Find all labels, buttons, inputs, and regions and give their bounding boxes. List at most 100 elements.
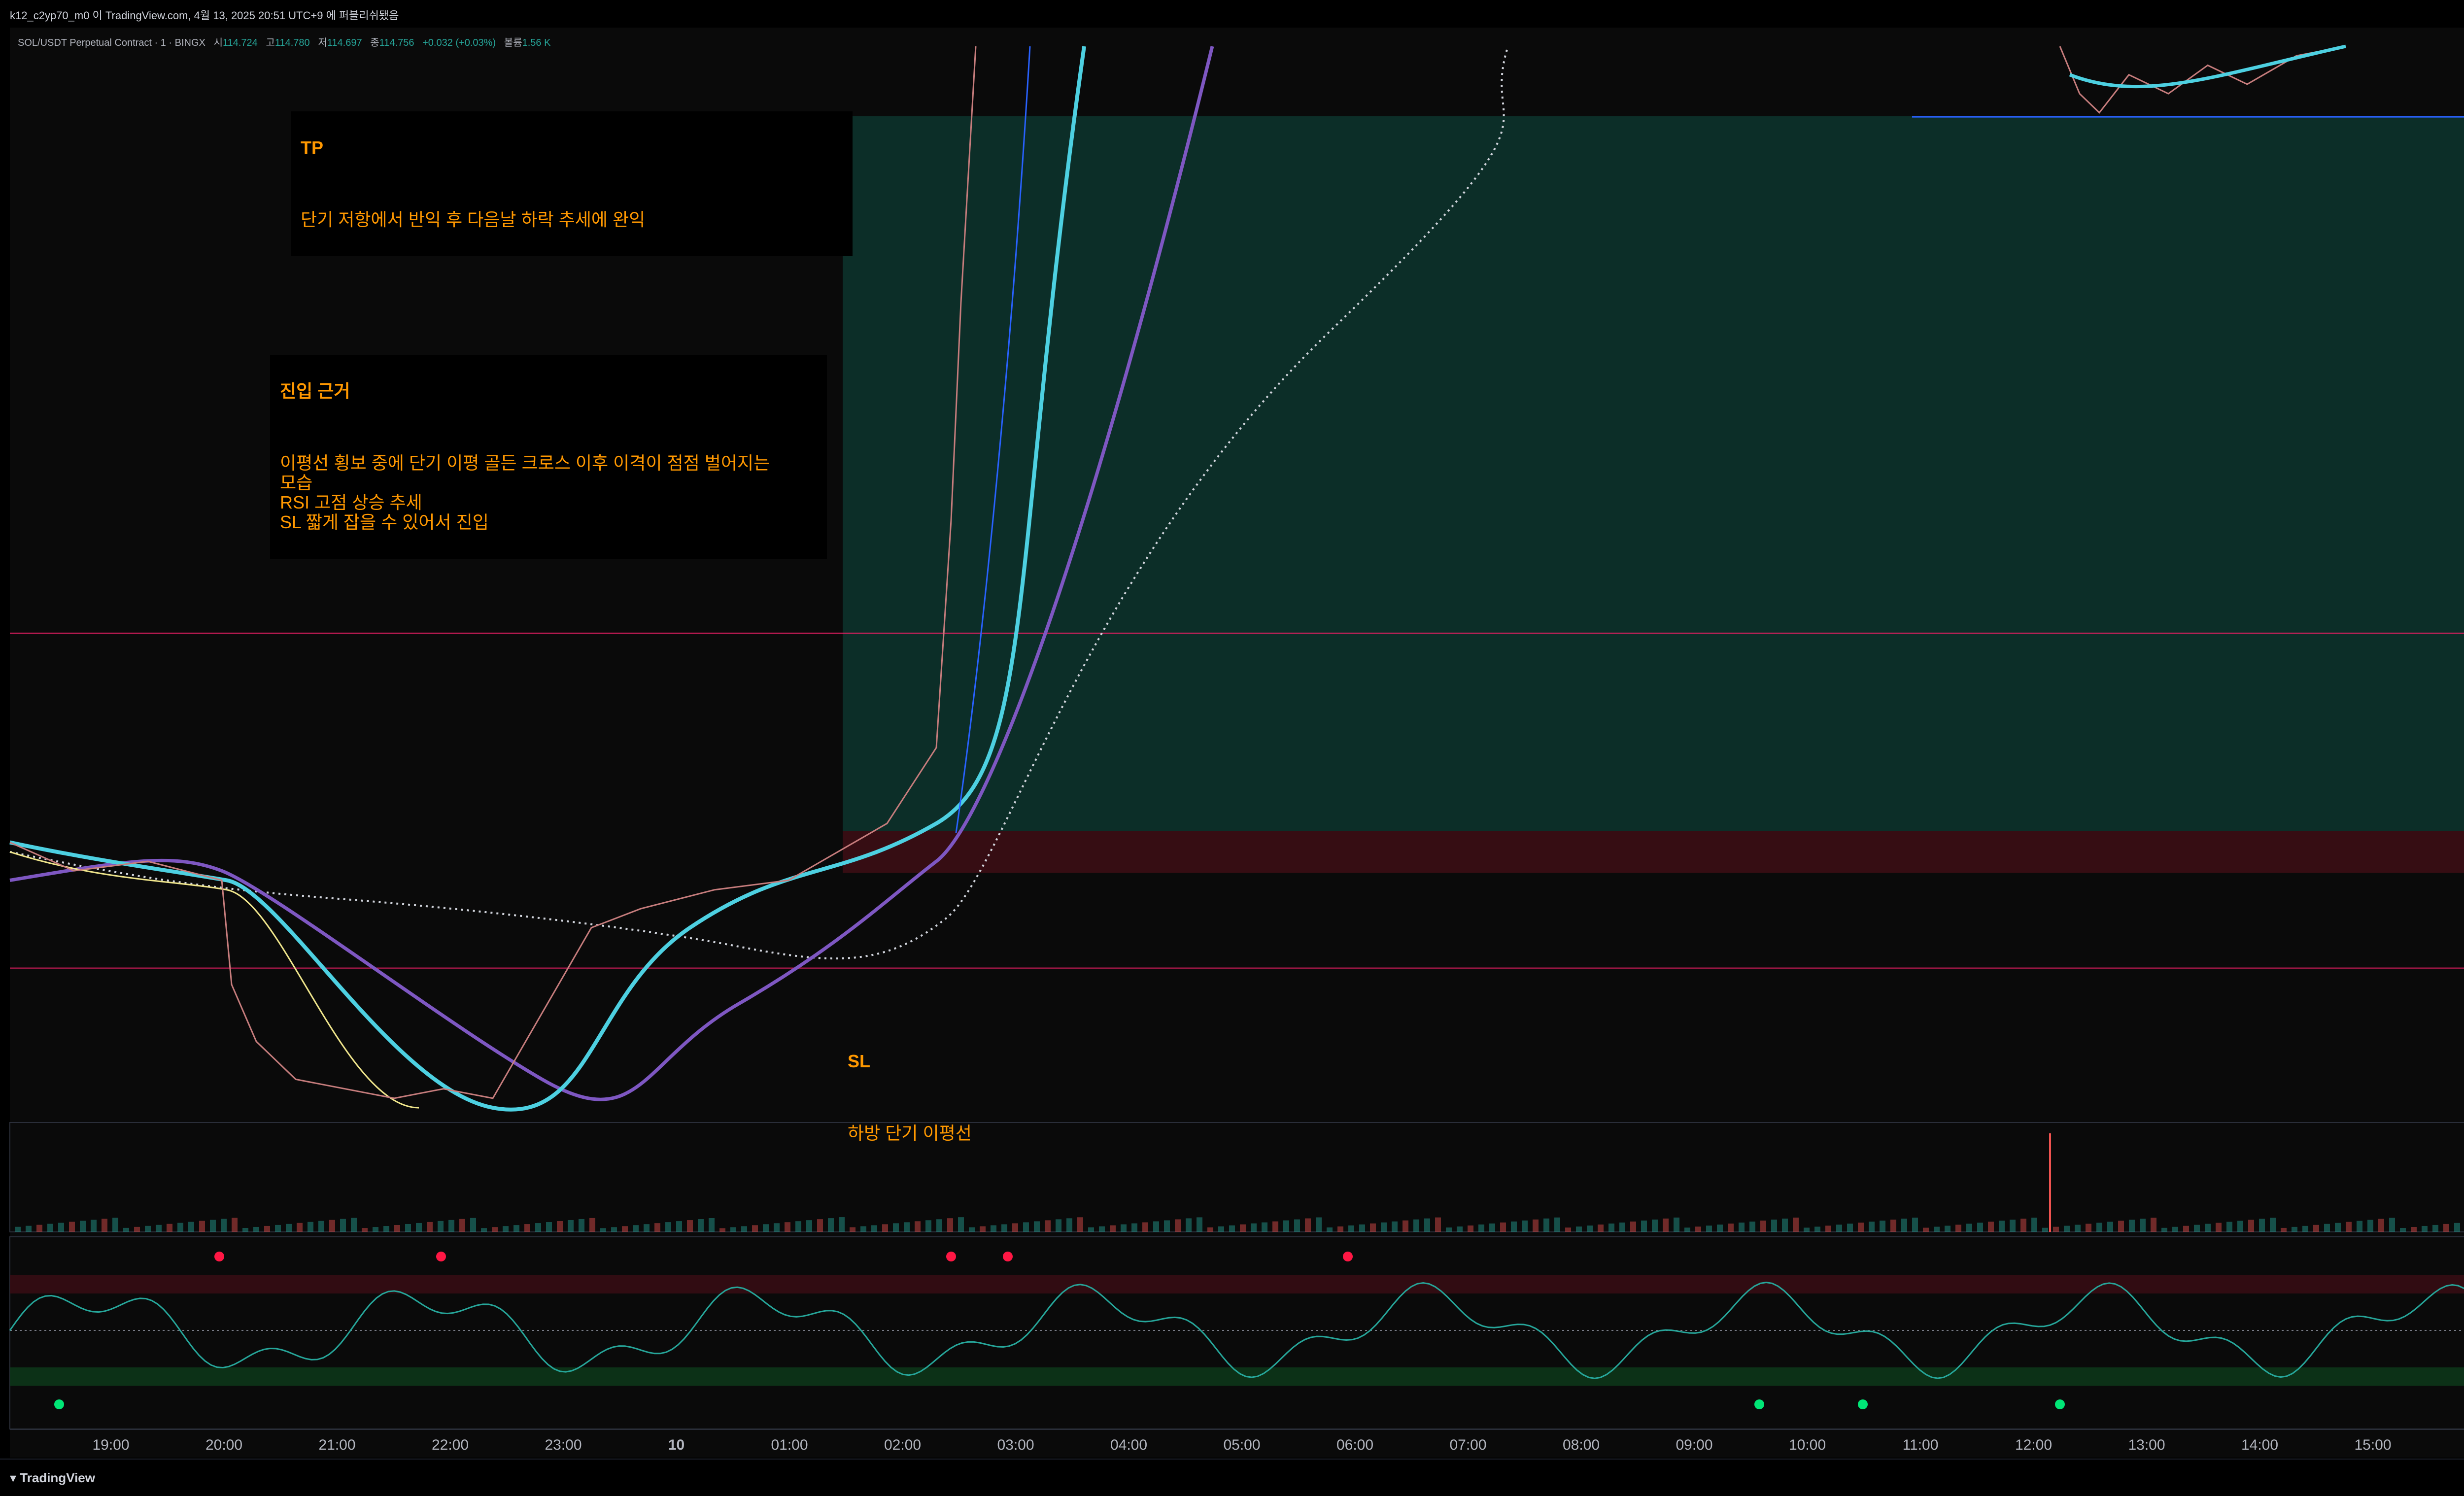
volume-bar (925, 1220, 931, 1232)
volume-bar (167, 1224, 172, 1232)
volume-bar (1782, 1219, 1788, 1232)
volume-bar (2172, 1226, 2178, 1232)
volume-bar (91, 1220, 97, 1232)
volume-bar (1988, 1222, 1994, 1232)
rsi-signal-high (436, 1252, 446, 1261)
entry-title: 진입 근거 (280, 381, 350, 401)
volume-bar (2216, 1223, 2222, 1232)
volume-bar (557, 1221, 563, 1232)
time-tick-label: 14:00 (2241, 1437, 2279, 1453)
volume-bar (1804, 1227, 1810, 1232)
time-tick-label: 10:00 (1788, 1437, 1826, 1453)
volume-bar (730, 1227, 736, 1232)
volume-bar (1446, 1227, 1452, 1232)
volume-bar (1457, 1226, 1463, 1232)
volume-bar (915, 1221, 921, 1232)
time-tick-label: 19:00 (92, 1437, 130, 1453)
volume-bar (1749, 1222, 1755, 1232)
volume-bar (1880, 1221, 1885, 1232)
volume-bar (546, 1222, 552, 1232)
volume-bar (253, 1226, 259, 1232)
volume-bar (1316, 1217, 1322, 1232)
volume-bar (871, 1225, 877, 1232)
volume-bar (145, 1225, 151, 1232)
volume-bar (991, 1225, 996, 1232)
volume-bar (2237, 1221, 2243, 1232)
volume-bar (785, 1222, 790, 1232)
tp-annotation[interactable]: TP 단기 저항에서 반익 후 다음날 하락 추세에 완익 (291, 111, 853, 256)
volume-bar (318, 1221, 324, 1232)
volume-bar (1099, 1226, 1105, 1232)
volume-bar (1522, 1220, 1528, 1232)
volume-bar (1110, 1225, 1116, 1232)
close-value: 114.756 (379, 37, 414, 48)
time-tick-label: 04:00 (1110, 1437, 1148, 1453)
volume-bar (1955, 1224, 1961, 1232)
volume-bar (242, 1227, 248, 1232)
volume-bar (1370, 1223, 1376, 1232)
time-axis[interactable]: 19:00 20:00 21:00 22:00 23:00 10 01:00 02:00 03:… (10, 1429, 2464, 1458)
volume-bar (1717, 1224, 1723, 1232)
volume-bar (1695, 1226, 1701, 1232)
time-tick-label: 02:00 (884, 1437, 922, 1453)
volume-bar (1283, 1220, 1289, 1232)
rsi-overbought-band (10, 1275, 2464, 1293)
volume-bar (1435, 1217, 1441, 1232)
time-tick-label: 23:00 (545, 1437, 582, 1453)
volume-bar (676, 1221, 682, 1232)
volume-bar (2367, 1220, 2373, 1232)
volume-bar (1207, 1227, 1213, 1232)
sl-annotation[interactable]: SL 하방 단기 이평선 (838, 1025, 1153, 1170)
time-tick-label: 20:00 (205, 1437, 243, 1453)
volume-bar (752, 1225, 758, 1232)
volume-bar (1554, 1217, 1560, 1232)
volume-bar (427, 1222, 433, 1232)
volume-bar (362, 1228, 368, 1232)
volume-bar (1034, 1221, 1040, 1232)
rsi-panel (9, 1236, 2464, 1429)
volume-bar (2259, 1219, 2265, 1232)
volume-bar (438, 1221, 444, 1232)
volume-spike (2049, 1133, 2051, 1232)
volume-bar (2248, 1220, 2254, 1232)
symbol-legend[interactable]: SOL/USDT Perpetual Contract · 1 · BINGX … (18, 34, 550, 49)
tradingview-logo[interactable]: ▾ TradingView (10, 1470, 95, 1486)
volume-bar (1262, 1222, 1267, 1232)
volume-bar (492, 1227, 498, 1232)
volume-bar (806, 1220, 812, 1232)
volume-bar (1413, 1219, 1419, 1232)
volume-bar (2454, 1223, 2460, 1232)
volume-bar (69, 1222, 75, 1232)
volume-bar (1608, 1224, 1614, 1232)
volume-bar (644, 1224, 650, 1232)
volume-bar (1890, 1220, 1896, 1232)
volume-bar (524, 1224, 530, 1232)
volume-bar (958, 1217, 964, 1232)
time-tick-label: 13:00 (2128, 1437, 2165, 1453)
volume-bar (232, 1218, 238, 1232)
volume-bar (1359, 1224, 1365, 1232)
change-value: +0.032 (+0.03%) (422, 37, 496, 48)
volume-bar (481, 1228, 487, 1232)
volume-bar (264, 1225, 270, 1232)
volume-bar (1901, 1219, 1907, 1232)
entry-annotation[interactable]: 진입 근거 이평선 횡보 중에 단기 이평 골든 크로스 이후 이격이 점점 벌… (270, 355, 827, 559)
volume-bar (15, 1226, 21, 1232)
volume-bar (156, 1224, 162, 1232)
volume-bar (2281, 1227, 2287, 1232)
volume-bar (2031, 1218, 2037, 1232)
symbol-name: SOL/USDT Perpetual Contract · 1 · BINGX (18, 37, 205, 48)
volume-bar (687, 1220, 693, 1232)
ma-yellow (9, 851, 419, 1109)
volume-bar (1077, 1217, 1083, 1232)
volume-bar (1912, 1218, 1918, 1232)
volume-bar (969, 1227, 975, 1232)
volume-bar (2129, 1220, 2135, 1232)
volume-bar (1858, 1223, 1864, 1232)
volume-bar (795, 1221, 801, 1232)
volume-bar (102, 1219, 107, 1232)
volume-bar (719, 1228, 725, 1232)
volume-bar (1934, 1226, 1940, 1232)
volume-bar (774, 1223, 780, 1232)
volume-bar (2161, 1227, 2167, 1232)
